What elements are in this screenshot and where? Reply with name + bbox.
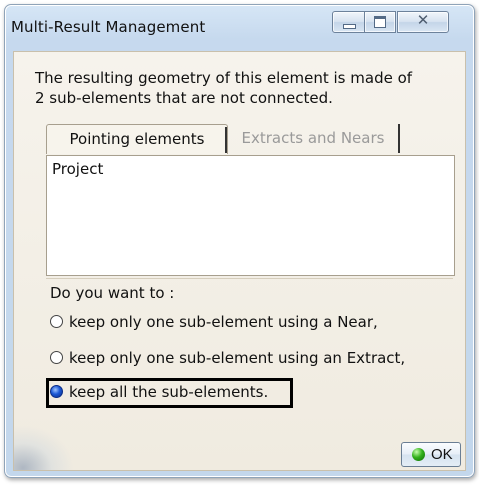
maximize-icon	[374, 16, 386, 28]
ok-label: OK	[431, 446, 453, 463]
radio-button[interactable]	[50, 315, 63, 328]
message-line-2: 2 sub-elements that are not connected.	[35, 89, 333, 107]
close-icon: ✕	[416, 11, 430, 29]
window-title: Multi-Result Management	[11, 18, 206, 36]
pointing-elements-list[interactable]: Project	[46, 155, 455, 276]
option-label: keep all the sub-elements.	[69, 383, 269, 401]
radio-button[interactable]	[50, 351, 63, 364]
multi-result-dialog: Multi-Result Management ✕ The resulting …	[4, 4, 475, 478]
radio-button-selected[interactable]	[50, 385, 63, 398]
minimize-button[interactable]	[332, 11, 366, 33]
green-circle-icon	[412, 448, 425, 461]
message-line-1: The resulting geometry of this element i…	[35, 69, 413, 87]
title-bar[interactable]: Multi-Result Management ✕	[5, 5, 474, 51]
option-keep-one-extract[interactable]: keep only one sub-element using an Extra…	[50, 349, 405, 367]
option-label: keep only one sub-element using an Extra…	[69, 349, 406, 367]
close-button[interactable]: ✕	[397, 11, 449, 33]
list-item[interactable]: Project	[52, 160, 103, 178]
option-label: keep only one sub-element using a Near,	[69, 313, 378, 331]
options-group: Do you want to : keep only one sub-eleme…	[46, 278, 453, 419]
option-keep-one-near[interactable]: keep only one sub-element using a Near,	[50, 313, 378, 331]
info-message: The resulting geometry of this element i…	[35, 68, 465, 108]
dialog-body: The resulting geometry of this element i…	[13, 51, 466, 471]
option-keep-all[interactable]: keep all the sub-elements.	[50, 383, 268, 401]
tab-pointing-elements[interactable]: Pointing elements	[46, 124, 228, 154]
options-question: Do you want to :	[50, 284, 175, 302]
decorative-corner-glow	[14, 425, 74, 470]
minimize-icon	[343, 24, 356, 29]
ok-button[interactable]: OK	[401, 442, 461, 467]
maximize-button[interactable]	[364, 11, 396, 33]
tab-extracts-and-nears[interactable]: Extracts and Nears	[225, 124, 400, 153]
